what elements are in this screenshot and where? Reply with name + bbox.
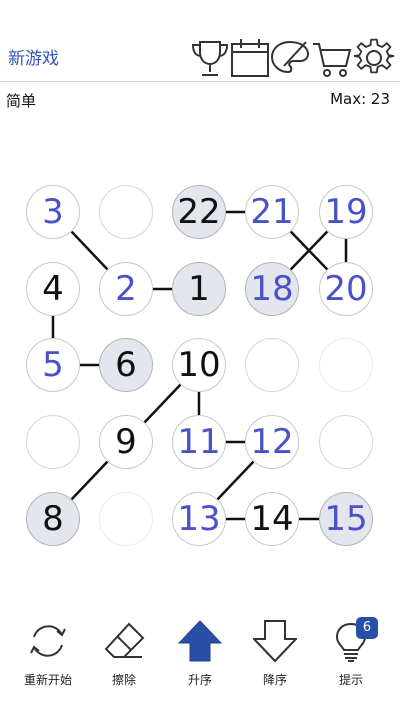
cell-r1-c1[interactable]: 3 (26, 185, 80, 239)
arrow-up-icon (178, 620, 222, 662)
cell-r3-c4[interactable] (245, 338, 299, 392)
top-bar: 新游戏 (0, 0, 400, 82)
cell-r1-c3[interactable]: 22 (172, 185, 226, 239)
cell-r5-c1[interactable]: 8 (26, 492, 80, 546)
cell-r4-c5[interactable] (319, 415, 373, 469)
cell-r3-c5[interactable] (319, 338, 373, 392)
puzzle-board: 3 22 21 19 4 2 1 18 20 5 6 10 9 11 12 8 13 14 15 (0, 150, 400, 570)
erase-button[interactable]: 擦除 (89, 615, 159, 695)
descending-label: 降序 (262, 673, 287, 687)
eraser-icon (104, 622, 145, 658)
link-line (143, 383, 182, 424)
cell-r2-c4[interactable]: 18 (245, 262, 299, 316)
cell-r5-c5[interactable]: 15 (319, 492, 373, 546)
cell-r4-c3[interactable]: 11 (172, 415, 226, 469)
link-line (216, 460, 255, 501)
cell-r3-c3[interactable]: 10 (172, 338, 226, 392)
hint-button[interactable]: 6 提示 (316, 615, 386, 695)
cell-r5-c3[interactable]: 13 (172, 492, 226, 546)
cart-icon[interactable] (310, 36, 354, 80)
cell-r4-c4[interactable]: 12 (245, 415, 299, 469)
link-line (70, 460, 109, 501)
descending-button[interactable]: 降序 (240, 615, 310, 695)
cell-r2-c3[interactable]: 1 (172, 262, 226, 316)
restart-button[interactable]: 重新开始 (13, 615, 83, 695)
cell-r4-c1[interactable] (26, 415, 80, 469)
max-number-label: Max: 23 (330, 90, 390, 108)
cell-r2-c2[interactable]: 2 (99, 262, 153, 316)
bottom-toolbar: 重新开始 擦除 升序 降序 6 提示 (0, 605, 400, 705)
hint-label: 提示 (338, 673, 363, 687)
trophy-icon[interactable] (188, 36, 232, 80)
restart-label: 重新开始 (23, 673, 72, 687)
link-line (70, 230, 109, 271)
restart-icon (30, 625, 66, 657)
calendar-icon[interactable] (228, 36, 272, 80)
cell-r1-c4[interactable]: 21 (245, 185, 299, 239)
cell-r2-c5[interactable]: 20 (319, 262, 373, 316)
difficulty-label: 简单 (6, 92, 37, 110)
cell-r4-c2[interactable]: 9 (99, 415, 153, 469)
hint-count-badge: 6 (356, 617, 378, 639)
cell-r3-c2[interactable]: 6 (99, 338, 153, 392)
palette-icon[interactable] (268, 36, 312, 80)
gear-icon[interactable] (352, 36, 396, 80)
cell-r2-c1[interactable]: 4 (26, 262, 80, 316)
ascending-label: 升序 (187, 673, 212, 687)
cell-r3-c1[interactable]: 5 (26, 338, 80, 392)
cell-r1-c2[interactable] (99, 185, 153, 239)
cell-r5-c4[interactable]: 14 (245, 492, 299, 546)
cell-r5-c2[interactable] (99, 492, 153, 546)
erase-label: 擦除 (111, 673, 136, 687)
cell-r1-c5[interactable]: 19 (319, 185, 373, 239)
arrow-down-icon (253, 620, 297, 663)
ascending-button[interactable]: 升序 (165, 615, 235, 695)
new-game-button[interactable]: 新游戏 (8, 44, 59, 69)
